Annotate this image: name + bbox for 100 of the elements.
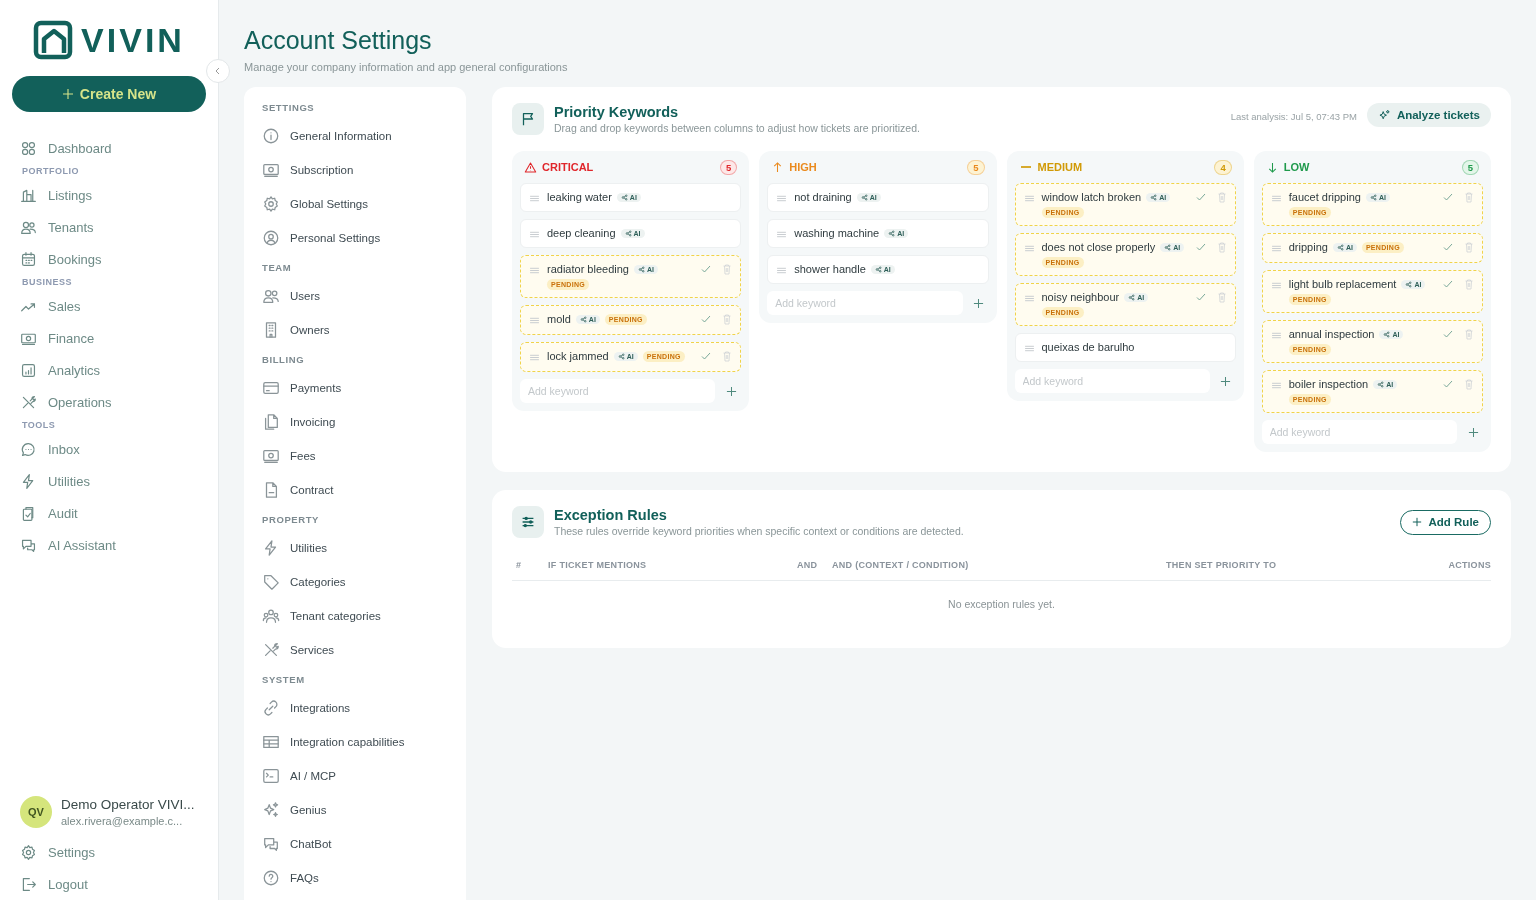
tag-icon: [262, 573, 280, 591]
nav-item[interactable]: Analytics: [12, 354, 206, 386]
add-keyword-field[interactable]: Add keyword: [1261, 420, 1457, 444]
add-keyword-field[interactable]: Add keyword: [1014, 369, 1210, 393]
create-new-button[interactable]: Create New: [12, 76, 206, 112]
card-title: Exception Rules: [554, 507, 668, 523]
banknote-icon: [262, 161, 280, 179]
settings-menu-item[interactable]: Contract: [262, 473, 448, 507]
drag-handle-icon: [776, 265, 788, 276]
check-icon: [1442, 241, 1454, 253]
keyword-text: queixas de barulho: [1041, 341, 1135, 353]
nav-item[interactable]: Utilities: [12, 465, 206, 497]
page-title: Account Settings: [244, 26, 433, 55]
settings-menu-item[interactable]: Payments: [262, 371, 448, 405]
column-header: AND (CONTEXT / CONDITION): [832, 560, 970, 570]
trash-icon: [1463, 278, 1475, 290]
count-badge: 5: [967, 159, 985, 175]
nav-item[interactable]: Logout: [12, 868, 206, 900]
minus-icon: [1020, 166, 1031, 168]
settings-menu-item[interactable]: Services: [262, 633, 448, 667]
keyword-text: window latch broken: [1041, 191, 1142, 203]
settings-menu-item[interactable]: AI / MCP: [262, 759, 448, 793]
settings-menu-item[interactable]: Tenant categories: [262, 599, 448, 633]
settings-menu-item[interactable]: Global Settings: [262, 187, 448, 221]
settings-menu-item[interactable]: General Information: [262, 119, 448, 153]
keyword-text: leaking water: [547, 191, 612, 203]
settings-menu-item[interactable]: Fees: [262, 439, 448, 473]
nav-item[interactable]: Listings: [12, 179, 206, 211]
user-avatar[interactable]: QV: [20, 796, 52, 828]
plus-icon: [973, 297, 984, 309]
user-email: alex.rivera@example.c...: [61, 815, 184, 827]
drag-handle-icon: [1270, 280, 1282, 291]
drag-handle-icon: [1270, 193, 1282, 204]
settings-menu-item[interactable]: FAQs: [262, 861, 448, 895]
plus-icon: [1467, 426, 1479, 438]
nav-item[interactable]: Finance: [12, 322, 206, 354]
settings-menu-item[interactable]: Categories: [262, 565, 448, 599]
add-rule-button[interactable]: Add Rule: [1399, 509, 1491, 535]
settings-menu-item[interactable]: Genius: [262, 793, 448, 827]
nav-item[interactable]: Inbox: [12, 433, 206, 465]
nav-item[interactable]: AI Assistant: [12, 529, 206, 561]
plus-icon: [61, 88, 74, 100]
user-name: Demo Operator VIVI...: [61, 797, 195, 812]
tools-icon: [262, 641, 280, 659]
analyze-tickets-button[interactable]: Analyze tickets: [1366, 103, 1491, 127]
settings-menu-item[interactable]: Integrations: [262, 691, 448, 725]
card-title: Priority Keywords: [554, 104, 680, 120]
keyword-text: lock jammed: [547, 350, 609, 362]
link-icon: [262, 699, 280, 717]
nav-item[interactable]: Tenants: [12, 211, 206, 243]
keyword-text: radiator bleeding: [547, 263, 629, 275]
collapse-button[interactable]: [206, 59, 230, 83]
section-label: SYSTEM: [262, 672, 306, 687]
credit-card-icon: [262, 379, 280, 397]
keyword-card[interactable]: queixas de barulho: [1014, 333, 1236, 362]
nav-item[interactable]: Settings: [12, 836, 206, 868]
nav-item[interactable]: Dashboard: [12, 132, 206, 164]
keyword-text: annual inspection: [1288, 328, 1375, 340]
empty-state-text: No exception rules yet.: [947, 597, 1056, 612]
settings-menu-item[interactable]: Owners: [262, 313, 448, 347]
add-keyword-field[interactable]: Add keyword: [767, 291, 963, 315]
check-icon: [1194, 291, 1207, 303]
grid-icon: [20, 139, 37, 157]
keyword-text: does not close properly: [1041, 241, 1156, 253]
terminal-icon: [262, 767, 280, 785]
trash-icon: [1463, 328, 1475, 340]
nav-item[interactable]: Bookings: [12, 243, 206, 275]
column-header: #: [515, 560, 523, 570]
user-circle-icon: [262, 229, 280, 247]
settings-menu-item[interactable]: Subscription: [262, 153, 448, 187]
section-label: TOOLS: [21, 419, 57, 432]
trash-icon: [1463, 191, 1475, 203]
settings-menu-item[interactable]: Personal Settings: [262, 221, 448, 255]
nav-item[interactable]: Audit: [12, 497, 206, 529]
trash-icon: [1463, 378, 1475, 390]
drag-handle-icon: [776, 193, 788, 204]
settings-menu-item[interactable]: Users: [262, 279, 448, 313]
settings-menu-item[interactable]: Integration capabilities: [262, 725, 448, 759]
trash-icon: [1463, 241, 1475, 253]
settings-menu-item[interactable]: Invoicing: [262, 405, 448, 439]
nav-item[interactable]: Sales: [12, 290, 206, 322]
settings-menu-item[interactable]: Utilities: [262, 531, 448, 565]
bar-chart-icon: [20, 361, 37, 379]
help-icon: [262, 869, 280, 887]
plus-icon: [1220, 375, 1232, 387]
table-icon: [262, 733, 280, 751]
section-label: TEAM: [262, 260, 293, 275]
check-icon: [1194, 241, 1207, 253]
keyword-text: washing machine: [794, 227, 880, 239]
documents-icon: [262, 413, 280, 431]
drag-handle-icon: [529, 315, 540, 326]
section-label: PORTFOLIO: [21, 165, 80, 178]
drag-handle-icon: [529, 229, 540, 240]
settings-menu-item[interactable]: ChatBot: [262, 827, 448, 861]
add-keyword-field[interactable]: Add keyword: [520, 379, 716, 403]
check-icon: [700, 313, 713, 325]
nav-item[interactable]: Operations: [12, 386, 206, 418]
column-header: AND: [797, 560, 819, 570]
settings-icon: [262, 195, 280, 213]
check-icon: [1442, 328, 1454, 340]
